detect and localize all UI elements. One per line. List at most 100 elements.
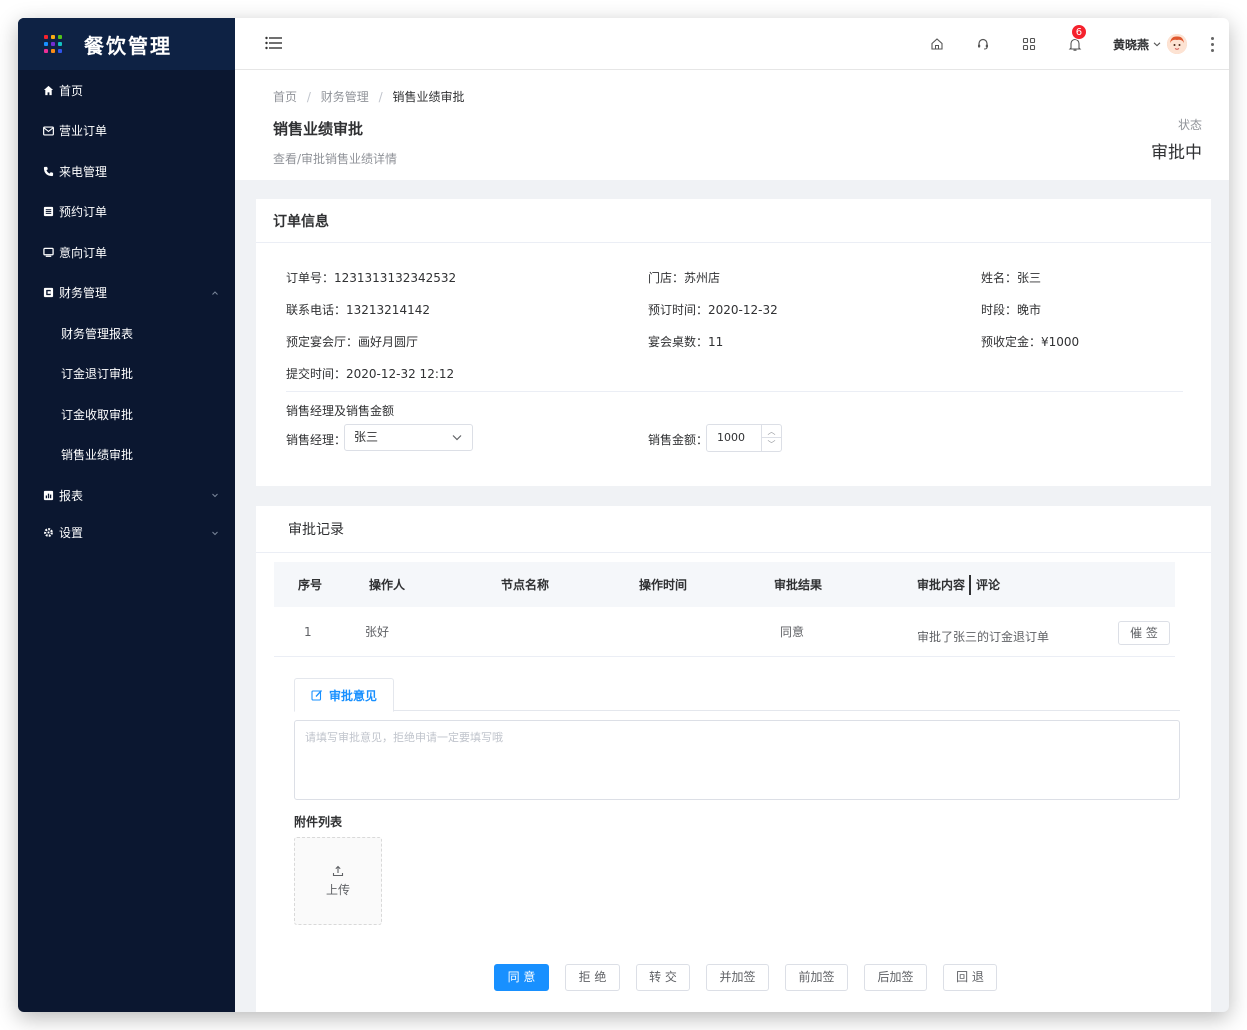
chart-icon bbox=[42, 489, 54, 501]
sales-manager-label: 销售经理： bbox=[286, 433, 347, 447]
more-vertical-icon[interactable] bbox=[1211, 36, 1215, 52]
rollback-button[interactable]: 回 退 bbox=[943, 964, 997, 991]
chevron-down-icon bbox=[452, 435, 462, 441]
chevron-down-icon[interactable] bbox=[1153, 40, 1161, 48]
sidebar-item-finance[interactable]: 财务管理 bbox=[18, 273, 235, 314]
sidebar-item-calls[interactable]: 来电管理 bbox=[18, 151, 235, 192]
upload-button[interactable]: 上传 bbox=[294, 837, 382, 925]
breadcrumb-current: 销售业绩审批 bbox=[392, 90, 465, 104]
tab-label: 审批意见 bbox=[328, 688, 377, 703]
sidebar-item-reservations[interactable]: 预约订单 bbox=[18, 192, 235, 233]
home-icon[interactable] bbox=[929, 36, 945, 52]
phone-icon bbox=[42, 165, 54, 177]
status-label: 状态 bbox=[1177, 118, 1202, 132]
sidebar-item-label: 来电管理 bbox=[59, 164, 108, 179]
order-tables: 宴会桌数：11 bbox=[648, 335, 724, 349]
approval-records-card: 审批记录 序号 操作人 节点名称 操作时间 审批结果 审批内容 评论 1 张好 … bbox=[256, 506, 1211, 1012]
user-name[interactable]: 黄晓燕 bbox=[1113, 36, 1149, 53]
sidebar-item-label: 首页 bbox=[59, 83, 84, 98]
column-divider bbox=[969, 575, 971, 595]
sidebar-subitem-deposit-collect[interactable]: 订金收取审批 bbox=[18, 394, 235, 435]
column-header: 审批结果 bbox=[774, 578, 823, 592]
transfer-button[interactable]: 转 交 bbox=[636, 964, 690, 991]
app-logo-icon bbox=[44, 35, 62, 53]
sidebar-item-label: 报表 bbox=[59, 488, 84, 503]
breadcrumb: 首页 / 财务管理 / 销售业绩审批 bbox=[273, 88, 464, 105]
sidebar: 餐饮管理 首页 营业订单 来电管理 预约订单 意向订单 财务管理 财务管理报表 … bbox=[18, 18, 235, 1012]
breadcrumb-separator: / bbox=[306, 90, 311, 104]
logo-square bbox=[58, 35, 62, 39]
upload-label: 上传 bbox=[325, 882, 350, 897]
chevron-down-icon bbox=[212, 531, 218, 535]
avatar[interactable] bbox=[1167, 34, 1187, 54]
approval-records-title: 审批记录 bbox=[256, 506, 1211, 553]
topbar-actions: 6 黄晓燕 bbox=[929, 18, 1229, 70]
edit-icon bbox=[311, 690, 322, 701]
column-header: 序号 bbox=[298, 578, 323, 592]
order-info-title: 订单信息 bbox=[256, 199, 1211, 243]
breadcrumb-home[interactable]: 首页 bbox=[273, 90, 297, 104]
order-submit-time: 提交时间：2020-12-32 12:12 bbox=[286, 367, 455, 381]
urge-sign-button[interactable]: 催 签 bbox=[1118, 621, 1170, 645]
chevron-up-icon bbox=[212, 291, 218, 295]
logo-square bbox=[51, 42, 55, 46]
order-period: 时段：晚市 bbox=[981, 303, 1042, 317]
topbar: 6 黄晓燕 bbox=[235, 18, 1229, 70]
sidebar-subitem-sales-approval[interactable]: 销售业绩审批 bbox=[18, 435, 235, 476]
status-value: 审批中 bbox=[1151, 143, 1202, 163]
order-info-card: 订单信息 订单号：1231313132342532 门店：苏州店 姓名：张三 联… bbox=[256, 199, 1211, 486]
sidebar-item-settings[interactable]: 设置 bbox=[18, 516, 235, 550]
sidebar-subitem-deposit-refund[interactable]: 订金退订审批 bbox=[18, 354, 235, 395]
sidebar-subitem-finance-report[interactable]: 财务管理报表 bbox=[18, 313, 235, 354]
row-result: 同意 bbox=[780, 625, 805, 639]
breadcrumb-separator: / bbox=[378, 90, 383, 104]
notification-bell-icon[interactable]: 6 bbox=[1067, 24, 1087, 52]
tab-approval-opinion[interactable]: 审批意见 bbox=[294, 678, 394, 712]
parallel-sign-button[interactable]: 并加签 bbox=[706, 964, 769, 991]
logo-square bbox=[44, 49, 48, 53]
order-phone: 联系电话：13213214142 bbox=[286, 303, 430, 317]
sales-amount-value: 1000 bbox=[717, 431, 745, 444]
finance-icon bbox=[42, 287, 54, 299]
sales-manager-value: 张三 bbox=[354, 430, 379, 444]
column-header: 操作人 bbox=[369, 578, 406, 592]
headset-icon[interactable] bbox=[975, 36, 991, 52]
page-header: 首页 / 财务管理 / 销售业绩审批 销售业绩审批 查看/审批销售业绩详情 状态… bbox=[235, 70, 1229, 180]
order-deposit: 预收定金：¥1000 bbox=[981, 335, 1080, 349]
pre-sign-button[interactable]: 前加签 bbox=[785, 964, 848, 991]
sales-amount-label: 销售金额： bbox=[648, 433, 709, 447]
sales-manager-select[interactable]: 张三 bbox=[344, 424, 473, 451]
app-title: 餐饮管理 bbox=[84, 33, 172, 58]
sidebar-item-reports[interactable]: 报表 bbox=[18, 475, 235, 516]
sidebar-item-business-orders[interactable]: 营业订单 bbox=[18, 111, 235, 152]
sales-section-title: 销售经理及销售金额 bbox=[286, 404, 395, 418]
menu-toggle-icon[interactable] bbox=[265, 36, 283, 53]
logo-bar: 餐饮管理 bbox=[18, 18, 235, 70]
order-book-time: 预订时间：2020-12-32 bbox=[648, 303, 778, 317]
breadcrumb-finance[interactable]: 财务管理 bbox=[321, 90, 369, 104]
reject-button[interactable]: 拒 绝 bbox=[565, 964, 620, 991]
app-window: 餐饮管理 首页 营业订单 来电管理 预约订单 意向订单 财务管理 财务管理报表 … bbox=[18, 18, 1229, 1012]
apps-grid-icon[interactable] bbox=[1021, 36, 1037, 52]
opinion-textarea[interactable]: 请填写审批意见，拒绝申请一定要填写哦 bbox=[294, 720, 1180, 800]
post-sign-button[interactable]: 后加签 bbox=[864, 964, 927, 991]
sidebar-item-intent-orders[interactable]: 意向订单 bbox=[18, 232, 235, 273]
logo-square bbox=[51, 49, 55, 53]
home-icon bbox=[42, 84, 54, 96]
sidebar-item-home[interactable]: 首页 bbox=[18, 70, 235, 111]
row-index: 1 bbox=[304, 624, 312, 639]
order-customer-name: 姓名：张三 bbox=[981, 271, 1042, 285]
sales-amount-input[interactable]: 1000 ︿ ﹀ bbox=[706, 424, 782, 452]
column-header: 操作时间 bbox=[639, 578, 688, 592]
sidebar-item-label: 意向订单 bbox=[59, 245, 108, 260]
logo-square bbox=[44, 35, 48, 39]
approve-button[interactable]: 同 意 bbox=[494, 964, 549, 991]
order-hall: 预定宴会厅：画好月圆厅 bbox=[286, 335, 419, 349]
increase-button[interactable]: ︿ bbox=[762, 425, 781, 438]
decrease-button[interactable]: ﹀ bbox=[762, 438, 781, 451]
sidebar-item-label: 设置 bbox=[59, 526, 84, 540]
sidebar-item-label: 营业订单 bbox=[59, 124, 108, 139]
monitor-icon bbox=[42, 246, 54, 258]
page-subtitle: 查看/审批销售业绩详情 bbox=[273, 152, 398, 166]
logo-square bbox=[58, 49, 62, 53]
